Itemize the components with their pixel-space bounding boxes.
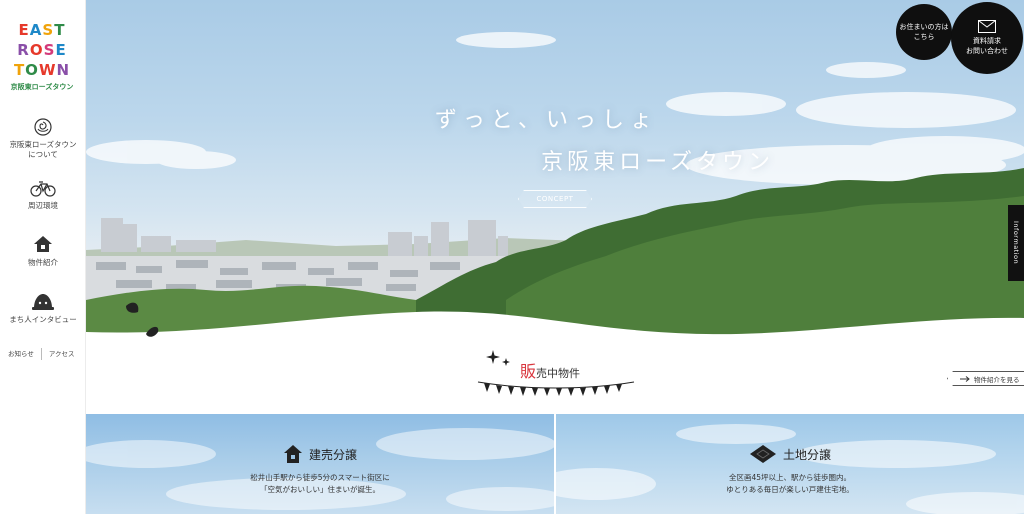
contact-button-label: お問い合わせ bbox=[966, 47, 1008, 55]
card-description-line: ゆとりある毎日が楽しい戸建住宅地。 bbox=[726, 485, 854, 494]
access-link[interactable]: アクセス bbox=[49, 348, 75, 360]
hero-copy: ずっと、いっしょ 京阪東ローズタウン bbox=[86, 102, 774, 176]
view-properties-link[interactable]: 物件紹介を見る bbox=[947, 371, 1024, 386]
sidebar-item-label: 京阪東ローズタウン bbox=[9, 140, 77, 149]
sidebar-item-label: 周辺環境 bbox=[28, 201, 58, 210]
cloud-background bbox=[556, 424, 1024, 514]
concept-button[interactable]: CONCEPT bbox=[518, 190, 592, 208]
card-description: 全区画45坪以上、駅から徒歩圏内。 ゆとりある毎日が楽しい戸建住宅地。 bbox=[556, 472, 1024, 496]
mail-icon bbox=[978, 20, 996, 33]
card-description-line: 「空気がおいしい」住まいが誕生。 bbox=[260, 485, 380, 494]
logo-subtitle: 京阪東ローズタウン bbox=[10, 83, 74, 91]
sidebar-item-interview[interactable]: まち人インタビュー bbox=[0, 291, 86, 325]
logo-letter: O bbox=[25, 61, 39, 79]
residents-button-label: お住まいの方は bbox=[899, 23, 949, 31]
news-link[interactable]: お知らせ bbox=[8, 348, 34, 360]
sidebar-item-label: まち人インタビュー bbox=[9, 315, 77, 324]
cloud-background bbox=[86, 428, 554, 511]
logo-letter: O bbox=[29, 41, 44, 59]
logo-letter: E bbox=[18, 21, 30, 39]
hero-title: 京阪東ローズタウン bbox=[541, 150, 774, 175]
logo-letter: T bbox=[54, 21, 66, 39]
card-title: 土地分譲 bbox=[556, 444, 1024, 464]
hero-image: ずっと、いっしょ 京阪東ローズタウン CONCEPT bbox=[86, 0, 1024, 345]
sidebar-item-label: について bbox=[28, 150, 58, 159]
sidebar-sub-links: お知らせ アクセス bbox=[8, 348, 78, 360]
information-tab[interactable]: Information bbox=[1008, 205, 1024, 281]
sidebar-item-property[interactable]: 物件紹介 bbox=[0, 234, 86, 268]
card-description-line: 松井山手駅から徒歩5分のスマート街区に bbox=[250, 473, 390, 482]
land-icon bbox=[749, 445, 776, 463]
arrow-right-icon bbox=[960, 375, 970, 382]
logo-letter: S bbox=[42, 21, 55, 39]
sidebar-item-label: 物件紹介 bbox=[28, 258, 58, 267]
sidebar-item-environment[interactable]: 周辺環境 bbox=[0, 179, 86, 211]
logo-letter: A bbox=[29, 21, 43, 39]
view-properties-label: 物件紹介を見る bbox=[974, 375, 1020, 384]
card-title-text: 建売分譲 bbox=[308, 447, 357, 462]
residents-button-label: こちら bbox=[913, 33, 935, 41]
hero-tagline: ずっと、いっしょ bbox=[434, 108, 658, 133]
logo-line-2: ROSE bbox=[10, 40, 74, 60]
bicycle-icon bbox=[30, 181, 56, 197]
land-for-sale-card[interactable]: 土地分譲 全区画45坪以上、駅から徒歩圏内。 ゆとりある毎日が楽しい戸建住宅地。 bbox=[556, 414, 1024, 514]
card-description: 松井山手駅から徒歩5分のスマート街区に 「空気がおいしい」住まいが誕生。 bbox=[86, 472, 554, 496]
house-icon bbox=[34, 236, 52, 252]
residents-button[interactable]: お住まいの方は こちら bbox=[896, 4, 952, 60]
card-title-text: 土地分譲 bbox=[782, 447, 831, 462]
contact-button[interactable]: 資料請求 お問い合わせ bbox=[951, 2, 1023, 74]
card-description-line: 全区画45坪以上、駅から徒歩圏内。 bbox=[728, 473, 852, 482]
site-logo[interactable]: EAST ROSE TOWN 京阪東ローズタウン bbox=[10, 20, 74, 92]
for-sale-heading: 販売中物件 bbox=[520, 358, 580, 382]
built-for-sale-card[interactable]: 建売分譲 松井山手駅から徒歩5分のスマート街区に 「空気がおいしい」住まいが誕生… bbox=[86, 414, 554, 514]
logo-letter: N bbox=[56, 61, 71, 79]
rose-icon bbox=[34, 118, 52, 136]
logo-letter: W bbox=[38, 61, 57, 79]
card-title: 建売分譲 bbox=[86, 444, 554, 464]
logo-letter: S bbox=[43, 41, 56, 59]
heading-first-char: 販 bbox=[520, 362, 537, 381]
sparkle-icon bbox=[486, 350, 510, 366]
logo-letter: R bbox=[17, 41, 30, 59]
contact-button-label: 資料請求 bbox=[973, 37, 1001, 45]
logo-letter: E bbox=[55, 41, 67, 59]
sidebar-item-about[interactable]: 京阪東ローズタウン について bbox=[0, 118, 86, 160]
divider bbox=[40, 348, 42, 360]
sidebar: EAST ROSE TOWN 京阪東ローズタウン 京阪東ローズタウン について … bbox=[0, 0, 86, 514]
bunting-decoration bbox=[477, 381, 635, 396]
for-sale-section: 販売中物件 物件紹介を見る bbox=[86, 300, 1024, 414]
logo-line-1: EAST bbox=[10, 20, 74, 40]
interview-icon bbox=[32, 294, 54, 310]
logo-letter: T bbox=[13, 61, 26, 79]
heading-rest: 売中物件 bbox=[536, 367, 581, 380]
logo-line-3: TOWN bbox=[10, 60, 74, 80]
house-icon bbox=[283, 445, 302, 463]
